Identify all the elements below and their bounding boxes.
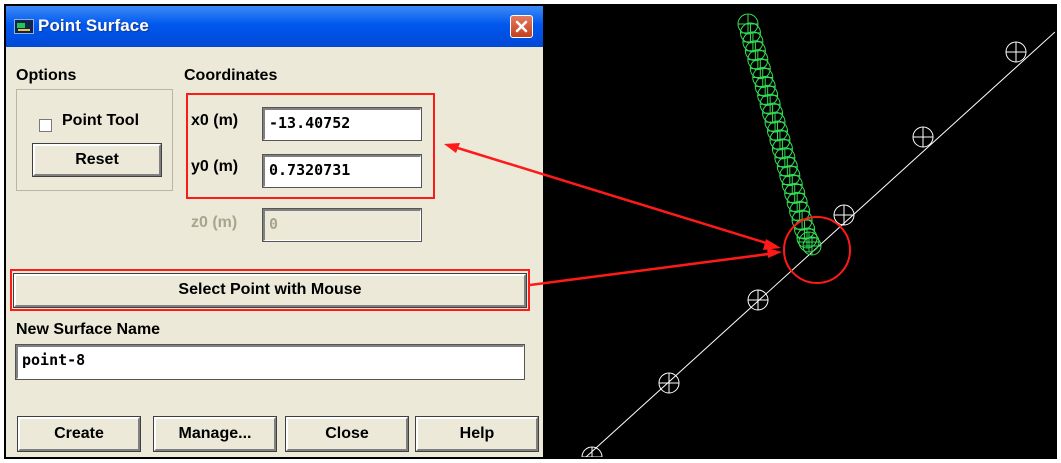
point-marker-icon [747,289,769,311]
cluster-point-icon [802,236,822,256]
point-marker-icon [581,446,603,457]
arrow-from-select-button [529,248,782,287]
cluster-point-icon [798,231,820,253]
point-marker-icon [658,372,680,394]
highlight-circle [783,216,851,284]
screenshot-frame: Point Surface Options Point Tool Reset C… [4,4,1057,459]
point-marker-icon [912,126,934,148]
point-marker-icon [1005,41,1027,63]
arrow-from-coordinates [444,143,781,250]
graphics-overlay [444,13,1055,457]
point-marker-icon [833,204,855,226]
